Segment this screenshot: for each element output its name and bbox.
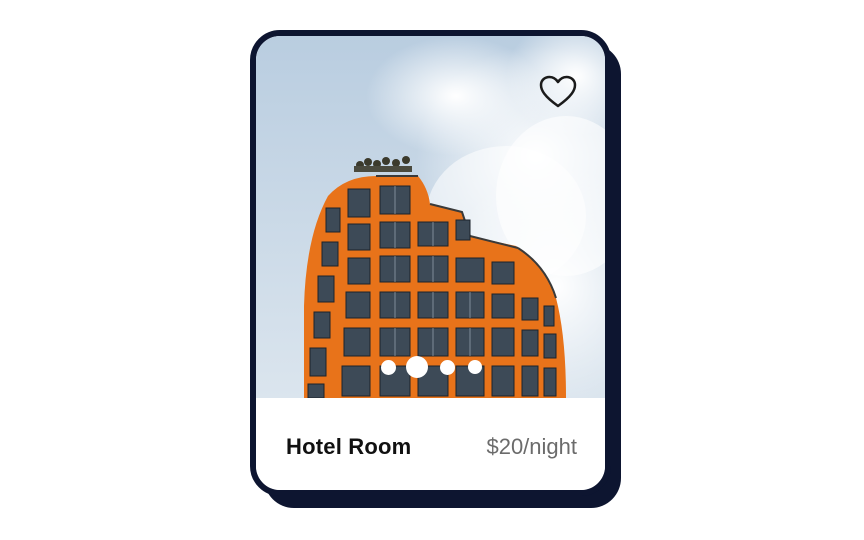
carousel-dot-1[interactable] xyxy=(381,360,396,375)
listing-photo[interactable] xyxy=(256,36,605,398)
heart-outline-icon xyxy=(539,75,577,108)
listing-info: Hotel Room $20/night xyxy=(256,398,605,490)
listing-price: $20/night xyxy=(486,434,577,459)
listing-title[interactable]: Hotel Room xyxy=(286,434,411,460)
carousel-dot-2-active[interactable] xyxy=(406,356,428,378)
favorite-button[interactable] xyxy=(538,72,578,112)
carousel-indicators xyxy=(256,356,605,380)
carousel-dot-4[interactable] xyxy=(468,360,482,374)
carousel-dot-3[interactable] xyxy=(440,360,455,375)
listing-stage: Hotel Room $20/night xyxy=(0,0,864,540)
hotel-listing-card[interactable]: Hotel Room $20/night xyxy=(250,30,611,496)
